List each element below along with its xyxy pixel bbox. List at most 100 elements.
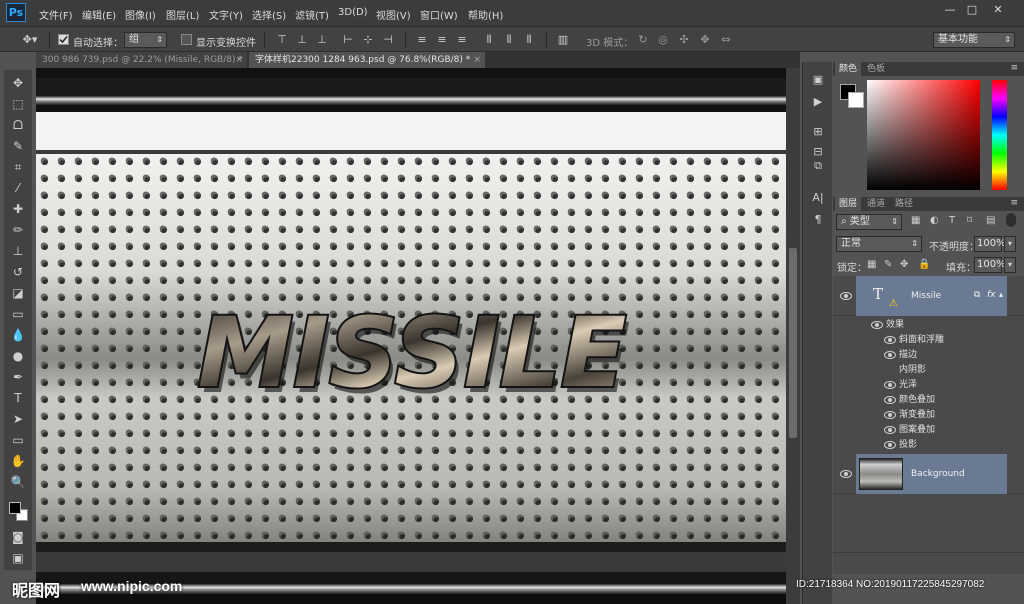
history-panel-icon[interactable]: ▣ bbox=[809, 72, 827, 88]
panel-menu-icon[interactable]: ≡ bbox=[1010, 198, 1018, 208]
eraser-tool-icon[interactable]: ◪ bbox=[8, 284, 28, 302]
move-tool-preset-icon[interactable]: ✥▾ bbox=[20, 33, 40, 47]
gradient-tool-icon[interactable]: ▭ bbox=[8, 305, 28, 323]
3d-drag-icon[interactable]: ✣ bbox=[677, 33, 691, 47]
filter-adjustment-icon[interactable]: ◐ bbox=[930, 215, 939, 226]
show-transform-checkbox[interactable] bbox=[181, 34, 192, 45]
minimize-button[interactable]: — bbox=[940, 3, 960, 17]
brush-tool-icon[interactable]: ✏ bbox=[8, 221, 28, 239]
blend-mode-dropdown[interactable]: 正常 ⇕ bbox=[836, 236, 922, 252]
filter-type-icon[interactable]: T bbox=[949, 215, 955, 226]
close-window-button[interactable]: ✕ bbox=[988, 3, 1008, 17]
distribute-right-icon[interactable]: ⦀ bbox=[522, 33, 536, 47]
effect-row-gradient-overlay[interactable]: 渐变叠加 bbox=[833, 408, 1024, 423]
visibility-eye-icon[interactable] bbox=[840, 470, 852, 478]
foreground-color-swatch[interactable] bbox=[9, 502, 21, 514]
opacity-input[interactable]: 100% bbox=[974, 236, 1006, 252]
filter-smart-object-icon[interactable]: ▤ bbox=[986, 215, 995, 226]
lock-all-icon[interactable]: 🔒 bbox=[918, 259, 930, 270]
visibility-eye-icon[interactable] bbox=[840, 292, 852, 300]
rectangle-tool-icon[interactable]: ▭ bbox=[8, 431, 28, 449]
tab-document-1[interactable]: 300 986 739.psd @ 22.2% (Missile, RGB/8)… bbox=[36, 52, 247, 68]
tab-channels[interactable]: 通道 bbox=[863, 197, 889, 211]
tab-paths[interactable]: 路径 bbox=[891, 197, 917, 211]
canvas-vertical-scrollbar[interactable] bbox=[786, 68, 800, 604]
align-bottom-icon[interactable]: ⊥ bbox=[315, 33, 329, 47]
menu-layer[interactable]: 图层(L) bbox=[166, 7, 199, 22]
align-right-icon[interactable]: ⊣ bbox=[381, 33, 395, 47]
visibility-eye-icon[interactable] bbox=[871, 321, 883, 329]
distribute-left-icon[interactable]: ⦀ bbox=[482, 33, 496, 47]
effect-row-bevel-emboss[interactable]: 斜面和浮雕 bbox=[833, 333, 1024, 348]
blur-tool-icon[interactable]: 💧 bbox=[8, 326, 28, 344]
effect-row-satin[interactable]: 光泽 bbox=[833, 378, 1024, 393]
distribute-top-icon[interactable]: ≡ bbox=[415, 33, 429, 47]
background-color-swatch[interactable] bbox=[848, 92, 864, 108]
panel-menu-icon[interactable]: ≡ bbox=[1010, 63, 1018, 73]
visibility-eye-icon[interactable] bbox=[884, 396, 896, 404]
quick-mask-icon[interactable]: ◙ bbox=[8, 528, 28, 546]
3d-scale-icon[interactable]: ⇔ bbox=[719, 33, 733, 47]
distribute-bottom-icon[interactable]: ≡ bbox=[455, 33, 469, 47]
auto-select-dropdown[interactable]: 组 ⇕ bbox=[124, 32, 167, 48]
menu-image[interactable]: 图像(I) bbox=[125, 7, 156, 22]
fill-slider-toggle[interactable]: ▾ bbox=[1004, 257, 1016, 273]
auto-select-checkbox[interactable] bbox=[58, 34, 69, 45]
visibility-eye-icon[interactable] bbox=[884, 336, 896, 344]
screen-mode-icon[interactable]: ▣ bbox=[8, 549, 28, 567]
align-vcenter-icon[interactable]: ⊥ bbox=[295, 33, 309, 47]
menu-view[interactable]: 视图(V) bbox=[376, 7, 411, 22]
distribute-hcenter-icon[interactable]: ⦀ bbox=[502, 33, 516, 47]
paragraph-panel-icon[interactable]: ¶ bbox=[809, 212, 827, 228]
effect-row-drop-shadow[interactable]: 投影 bbox=[833, 438, 1024, 453]
properties-panel-icon[interactable]: ⊞ bbox=[809, 124, 827, 140]
actions-play-icon[interactable]: ▶ bbox=[809, 94, 827, 110]
3d-roll-icon[interactable]: ◎ bbox=[656, 33, 670, 47]
layer-name[interactable]: Missile bbox=[911, 291, 941, 301]
move-tool-icon[interactable]: ✥ bbox=[8, 74, 28, 92]
history-brush-tool-icon[interactable]: ↺ bbox=[8, 263, 28, 281]
lock-pixels-icon[interactable]: ✎ bbox=[884, 259, 892, 270]
document-canvas[interactable]: MISSILE MISSILE bbox=[36, 68, 786, 604]
effect-row-stroke[interactable]: 描边 bbox=[833, 348, 1024, 363]
quick-select-tool-icon[interactable]: ✎ bbox=[8, 137, 28, 155]
menu-filter[interactable]: 滤镜(T) bbox=[295, 7, 329, 22]
hue-slider[interactable] bbox=[992, 80, 1007, 190]
maximize-button[interactable]: □ bbox=[962, 3, 982, 17]
opacity-slider-toggle[interactable]: ▾ bbox=[1004, 236, 1016, 252]
zoom-tool-icon[interactable]: 🔍 bbox=[8, 473, 28, 491]
type-tool-icon[interactable]: T bbox=[8, 389, 28, 407]
align-left-icon[interactable]: ⊢ bbox=[341, 33, 355, 47]
distribute-vcenter-icon[interactable]: ≡ bbox=[435, 33, 449, 47]
3d-slide-icon[interactable]: ✥ bbox=[698, 33, 712, 47]
visibility-eye-icon[interactable] bbox=[884, 351, 896, 359]
character-panel-icon[interactable]: A| bbox=[809, 190, 827, 206]
pen-tool-icon[interactable]: ✒ bbox=[8, 368, 28, 386]
filter-toggle[interactable] bbox=[1006, 213, 1016, 227]
visibility-eye-icon[interactable] bbox=[884, 411, 896, 419]
menu-edit[interactable]: 编辑(E) bbox=[82, 7, 116, 22]
scrollbar-thumb[interactable] bbox=[789, 248, 797, 438]
menu-window[interactable]: 窗口(W) bbox=[420, 7, 458, 22]
menu-3d[interactable]: 3D(D) bbox=[338, 7, 368, 18]
color-field[interactable] bbox=[867, 80, 980, 190]
layer-name[interactable]: Background bbox=[911, 469, 965, 479]
lasso-tool-icon[interactable]: ᗝ bbox=[8, 116, 28, 134]
clone-stamp-tool-icon[interactable]: ⊥ bbox=[8, 242, 28, 260]
visibility-eye-icon[interactable] bbox=[884, 426, 896, 434]
align-top-icon[interactable]: ⊤ bbox=[275, 33, 289, 47]
eyedropper-tool-icon[interactable]: ⁄ bbox=[8, 179, 28, 197]
3d-rotate-icon[interactable]: ↻ bbox=[636, 33, 650, 47]
healing-brush-tool-icon[interactable]: ✚ bbox=[8, 200, 28, 218]
collapse-effects-icon[interactable]: ▴ bbox=[999, 290, 1003, 299]
fill-input[interactable]: 100% bbox=[974, 257, 1006, 273]
hand-tool-icon[interactable]: ✋ bbox=[8, 452, 28, 470]
path-selection-tool-icon[interactable]: ➤ bbox=[8, 410, 28, 428]
styles-panel-icon[interactable]: ⧉ bbox=[809, 158, 827, 174]
tab-color[interactable]: 颜色 bbox=[835, 62, 862, 76]
tab-swatches[interactable]: 色板 bbox=[863, 62, 889, 76]
auto-align-icon[interactable]: ▥ bbox=[556, 33, 570, 47]
effect-row-pattern-overlay[interactable]: 图案叠加 bbox=[833, 423, 1024, 438]
tab-document-2[interactable]: 字体样机22300 1284 963.psd @ 76.8%(RGB/8) * × bbox=[249, 52, 485, 68]
crop-tool-icon[interactable]: ⌗ bbox=[8, 158, 28, 176]
